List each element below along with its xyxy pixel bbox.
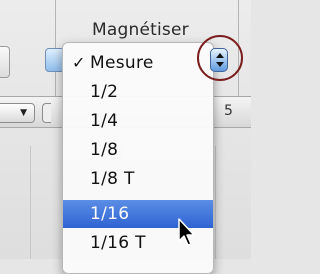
grid-line	[30, 146, 31, 259]
menu-item-1-8[interactable]: 1/8	[63, 136, 213, 164]
menu-item-label: 1/16	[90, 204, 130, 224]
menu-item-1-2[interactable]: 1/2	[63, 78, 213, 106]
annotation-circle	[197, 35, 243, 81]
toolbar-button-edge[interactable]	[42, 103, 51, 123]
menu-item-label: 1/4	[90, 111, 119, 131]
menu-item-label: 1/8	[90, 140, 119, 160]
checkmark-icon: ✓	[72, 53, 86, 72]
popup-button-edge[interactable]	[45, 48, 63, 72]
arrow-cursor-icon	[178, 218, 195, 246]
menu-item-mesure[interactable]: ✓ Mesure	[63, 49, 213, 77]
menu-item-1-8-t[interactable]: 1/8 T	[63, 165, 213, 193]
toolbar-dropdown-button[interactable]: ▼	[0, 103, 35, 123]
left-edge-control[interactable]	[0, 46, 10, 78]
menu-item-label: 1/2	[90, 82, 119, 102]
grid-line	[215, 146, 216, 259]
section-title: Magnétiser	[92, 20, 189, 40]
menu-item-label: 1/16 T	[90, 233, 146, 253]
menu-item-label: 1/8 T	[90, 169, 135, 189]
menu-item-1-4[interactable]: 1/4	[63, 107, 213, 135]
chevron-down-icon: ▼	[20, 108, 27, 118]
toolbar-number: 5	[224, 103, 233, 119]
menu-item-label: Mesure	[90, 53, 154, 73]
